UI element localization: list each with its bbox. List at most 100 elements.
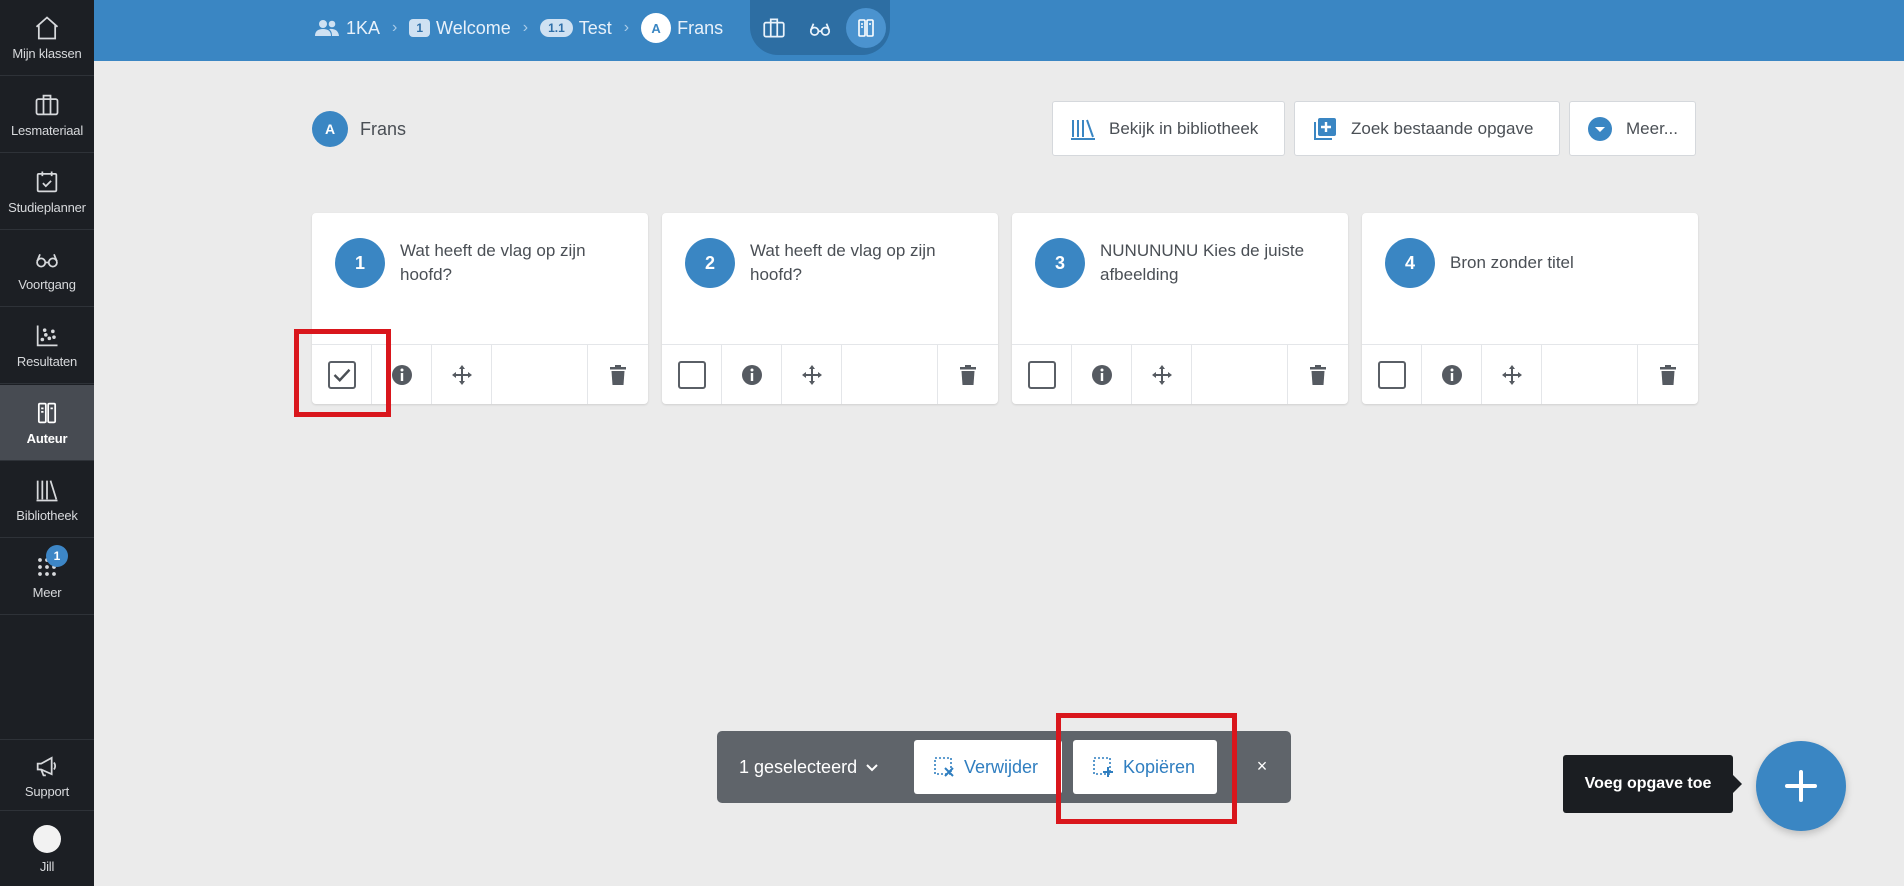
author-mode-button[interactable] (846, 7, 886, 48)
copy-selected-button[interactable]: Kopiëren (1073, 740, 1217, 794)
chevron-down-icon (866, 764, 878, 772)
add-task-button[interactable] (1756, 741, 1846, 831)
chevron-down-circle-icon (1588, 116, 1612, 141)
task-number: 1 (335, 238, 385, 288)
sidebar-item-label: Lesmateriaal (10, 123, 84, 138)
home-icon (35, 16, 59, 40)
move-handle[interactable] (432, 345, 492, 404)
sidebar-user[interactable]: Jill (0, 812, 94, 886)
breadcrumb-class[interactable]: 1KA (314, 18, 380, 39)
sidebar-item-label: Support (24, 783, 70, 799)
trash-icon (1310, 364, 1326, 385)
page-title: A Frans (312, 111, 406, 147)
delete-button[interactable] (1638, 345, 1698, 404)
info-button[interactable] (1072, 345, 1132, 404)
task-card-actions (1012, 344, 1348, 404)
select-checkbox[interactable] (327, 360, 356, 389)
page-title-label: Frans (360, 118, 407, 139)
chevron-right-icon: › (522, 19, 529, 36)
sidebar-item-label: Bibliotheek (16, 508, 78, 523)
trash-icon (610, 364, 626, 385)
breadcrumb-chapter[interactable]: 1 Welcome (409, 17, 511, 39)
task-card[interactable]: 4 Bron zonder titel (1362, 213, 1698, 404)
task-number: 2 (685, 238, 735, 288)
breadcrumb-item[interactable]: A Frans (641, 13, 723, 43)
trash-icon (1660, 364, 1676, 385)
task-card[interactable]: 1 Wat heeft de vlag op zijn hoofd? (312, 213, 648, 404)
select-checkbox[interactable] (1027, 360, 1056, 389)
info-button[interactable] (722, 345, 782, 404)
sidebar-item-label: Voortgang (18, 277, 76, 292)
copy-selection-icon (1093, 757, 1113, 777)
breadcrumb-section[interactable]: 1.1 Test (540, 18, 612, 39)
item-avatar: A (641, 13, 672, 43)
close-selection-button[interactable]: × (1247, 751, 1277, 781)
info-button[interactable] (1422, 345, 1482, 404)
task-title: NUNUNUNU Kies de juiste afbeelding (1100, 241, 1305, 284)
select-checkbox[interactable] (1377, 360, 1406, 389)
sidebar-item-bibliotheek[interactable]: Bibliotheek (0, 462, 94, 538)
delete-button[interactable] (1288, 345, 1348, 404)
task-card-actions (662, 344, 998, 404)
selection-count-dropdown[interactable]: 1 geselecteerd (739, 757, 909, 778)
select-checkbox[interactable] (677, 360, 706, 389)
move-icon (451, 364, 472, 385)
move-icon (1151, 364, 1172, 385)
selection-count-label: 1 geselecteerd (739, 756, 858, 777)
task-card[interactable]: 2 Wat heeft de vlag op zijn hoofd? (662, 213, 998, 404)
more-button[interactable]: Meer... (1569, 101, 1696, 156)
sidebar-item-voortgang[interactable]: Voortgang (0, 231, 94, 307)
select-checkbox-cell[interactable] (662, 345, 722, 404)
sidebar-item-auteur[interactable]: Auteur (0, 385, 94, 461)
lesson-mode-button[interactable] (754, 8, 794, 48)
info-icon (741, 364, 762, 385)
trash-icon (960, 364, 976, 385)
library-icon (1071, 119, 1095, 140)
view-in-library-button[interactable]: Bekijk in bibliotheek (1052, 101, 1285, 156)
sidebar-item-mijn-klassen[interactable]: Mijn klassen (0, 0, 94, 76)
megaphone-icon (36, 755, 57, 776)
glasses-icon (809, 22, 831, 36)
task-card-actions (1362, 344, 1698, 404)
chapter-number-badge: 1 (409, 19, 431, 37)
delete-selected-button[interactable]: Verwijder (914, 740, 1062, 794)
move-handle[interactable] (782, 345, 842, 404)
empty-cell (492, 345, 588, 404)
briefcase-icon (763, 17, 785, 38)
add-task-tooltip: Voeg opgave toe (1563, 755, 1742, 813)
breadcrumb-chapter-label: Welcome (436, 17, 511, 38)
select-checkbox-cell[interactable] (1012, 345, 1072, 404)
sidebar-item-studieplanner[interactable]: Studieplanner (0, 154, 94, 230)
task-number: 4 (1385, 238, 1435, 288)
briefcase-icon (35, 94, 59, 116)
sidebar-item-resultaten[interactable]: Resultaten (0, 308, 94, 384)
move-handle[interactable] (1482, 345, 1542, 404)
search-existing-task-button[interactable]: Zoek bestaande opgave (1294, 101, 1560, 156)
sidebar-item-label: Auteur (26, 431, 68, 446)
sidebar-item-label: Resultaten (16, 354, 78, 369)
chevron-right-icon: › (392, 19, 398, 36)
sidebar-item-meer[interactable]: 1 Meer (0, 539, 94, 615)
select-checkbox-cell[interactable] (1362, 345, 1422, 404)
user-avatar (33, 824, 61, 853)
task-card[interactable]: 3 NUNUNUNU Kies de juiste afbeelding (1012, 213, 1348, 404)
info-icon (391, 364, 412, 385)
delete-button[interactable] (588, 345, 648, 404)
sidebar-item-support[interactable]: Support (0, 739, 94, 811)
breadcrumb: 1KA › 1 Welcome › 1.1 Test › A Frans (314, 0, 723, 56)
sidebar-item-label: Studieplanner (8, 200, 86, 215)
title-avatar: A (312, 111, 348, 147)
add-copy-icon (1314, 117, 1336, 140)
sidebar-item-lesmateriaal[interactable]: Lesmateriaal (0, 77, 94, 153)
move-handle[interactable] (1132, 345, 1192, 404)
move-icon (801, 364, 822, 385)
breadcrumb-class-label: 1KA (346, 17, 381, 38)
library-icon (36, 480, 58, 502)
task-title: Bron zonder titel (1450, 253, 1574, 272)
info-button[interactable] (372, 345, 432, 404)
progress-mode-button[interactable] (800, 8, 840, 48)
notification-badge: 1 (46, 545, 68, 567)
select-checkbox-cell[interactable] (312, 345, 372, 404)
delete-button[interactable] (938, 345, 998, 404)
empty-cell (1542, 345, 1638, 404)
